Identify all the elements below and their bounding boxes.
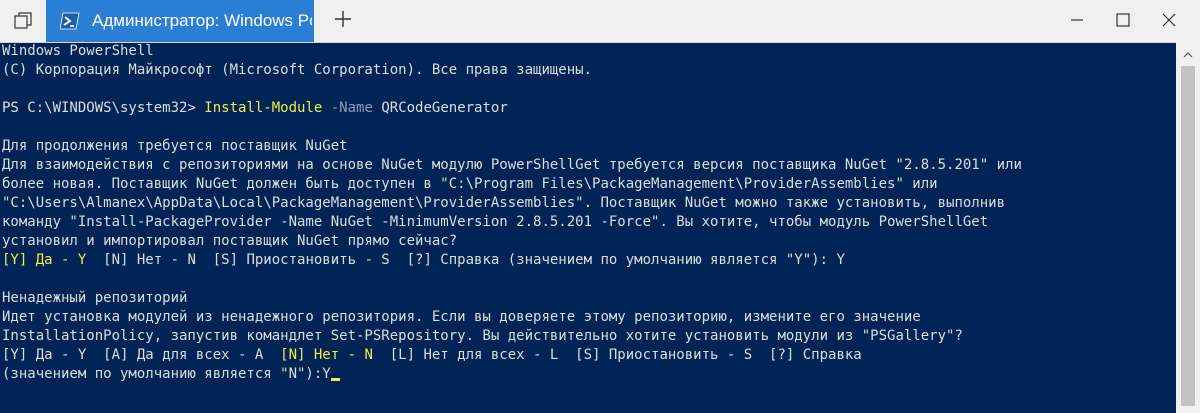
chevron-up-icon (1183, 44, 1193, 63)
nuget-choice-line: [Y] Да - Y [N] Нет - N [S] Приостановить… (2, 251, 1174, 270)
close-button[interactable] (1146, 0, 1192, 42)
tab-restore-icon[interactable] (0, 0, 46, 42)
repo-message-line: InstallationPolicy, запустив командлет S… (2, 328, 963, 344)
console-copyright-line: (C) Корпорация Майкрософт (Microsoft Cor… (2, 62, 593, 78)
tab-powershell[interactable]: Администратор: Windows PowerShell (46, 0, 314, 42)
plus-icon (334, 10, 352, 32)
powershell-window: Администратор: Windows PowerShell (0, 0, 1200, 413)
console-output[interactable]: Windows PowerShell (C) Корпорация Майкро… (2, 42, 1174, 413)
prompt-text: PS C:\WINDOWS\system32> (2, 100, 205, 116)
nuget-message-line: команду "Install-PackageProvider -Name N… (2, 214, 989, 230)
minimize-button[interactable] (1054, 0, 1100, 42)
maximize-button[interactable] (1100, 0, 1146, 42)
choice-options: [Y] Да - Y [A] Да для всех - A (2, 347, 281, 363)
repo-title: Ненадежный репозиторий (2, 290, 188, 306)
vertical-scrollbar[interactable] (1176, 42, 1200, 413)
nuget-message-line: более новая. Поставщик NuGet должен быть… (2, 176, 938, 192)
cmdlet-param: -Name (330, 100, 373, 116)
repo-message-line: Идет установка модулей из ненадежного ре… (2, 309, 921, 325)
choice-default-no: [N] Нет - N (280, 347, 373, 363)
console-header-line: Windows PowerShell (2, 43, 154, 59)
scrollbar-thumb[interactable] (1181, 66, 1195, 406)
nuget-message-line: "C:\Users\Almanex\AppData\Local\PackageM… (2, 195, 1006, 211)
input-text: (значением по умолчанию является "N"):Y (2, 366, 331, 382)
choice-options: [N] Нет - N [S] Приостановить - S [?] Сп… (86, 252, 845, 268)
command-line: PS C:\WINDOWS\system32> Install-Module -… (2, 99, 1174, 118)
scroll-up-button[interactable] (1176, 42, 1200, 64)
choice-options: [L] Нет для всех - L [S] Приостановить -… (372, 347, 862, 363)
maximize-icon (1116, 12, 1130, 31)
close-icon (1162, 12, 1176, 31)
nuget-message-line: установил и импортировал поставщик NuGet… (2, 233, 458, 249)
powershell-icon (60, 11, 80, 31)
input-line[interactable]: (значением по умолчанию является "N"):Y (2, 365, 1174, 384)
cmdlet-value: QRCodeGenerator (381, 100, 508, 116)
repo-choice-line: [Y] Да - Y [A] Да для всех - A [N] Нет -… (2, 346, 1174, 365)
title-bar: Администратор: Windows PowerShell (0, 0, 1200, 43)
choice-default-yes: [Y] Да - Y (2, 252, 87, 268)
cmdlet-name: Install-Module (204, 100, 323, 116)
nuget-title: Для продолжения требуется поставщик NuGe… (2, 138, 348, 154)
nuget-message-line: Для взаимодействия с репозиториями на ос… (2, 157, 1022, 173)
tab-title: Администратор: Windows PowerShell (92, 11, 312, 30)
minimize-icon (1070, 12, 1084, 31)
text-cursor (330, 378, 340, 381)
new-tab-button[interactable] (322, 0, 364, 42)
